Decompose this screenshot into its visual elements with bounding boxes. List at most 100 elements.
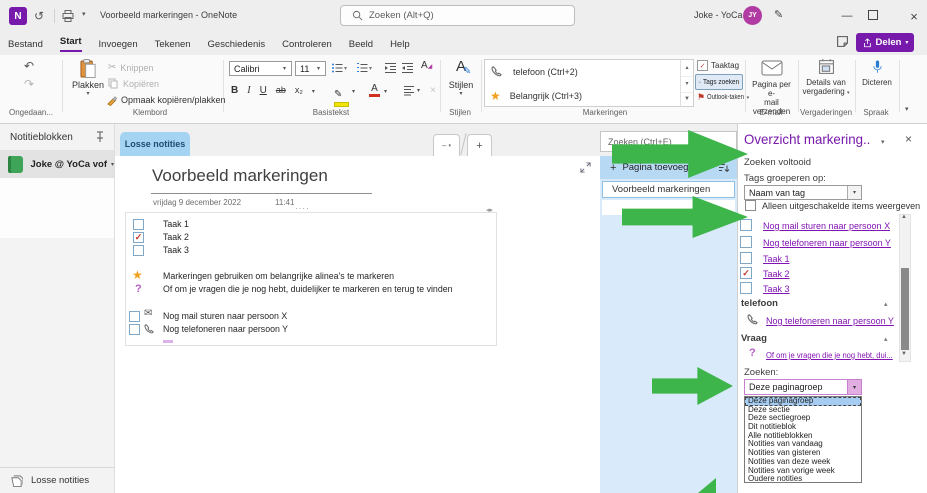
todo-phone-text[interactable]: Nog telefoneren naar persoon Y: [163, 324, 288, 334]
sidebar-item-loose-notes[interactable]: Losse notities: [0, 468, 114, 493]
strikethrough-button[interactable]: ab: [276, 85, 286, 95]
format-painter-button[interactable]: Opmaak kopiëren/plakken: [106, 94, 226, 106]
task-checkbox-2[interactable]: ✓: [133, 232, 144, 243]
show-unchecked-checkbox[interactable]: [745, 200, 756, 211]
pane-close-icon[interactable]: ×: [905, 132, 912, 146]
redo-button[interactable]: ↷: [24, 77, 34, 91]
numbered-list-button[interactable]: ▾: [356, 62, 372, 74]
task-checkbox-3[interactable]: [133, 245, 144, 256]
note-star-text[interactable]: Markeringen gebruiken om belangrijke ali…: [163, 271, 394, 281]
menu-beeld[interactable]: Beeld: [349, 39, 373, 50]
task-label-1[interactable]: Taak 1: [163, 219, 189, 229]
dictate-button[interactable]: Dicteren: [858, 58, 896, 108]
pin-icon[interactable]: [95, 131, 105, 143]
tag-important-item[interactable]: ★ Belangrijk (Ctrl+3): [485, 84, 693, 108]
tag-checkbox-0[interactable]: [740, 219, 752, 231]
collapse-ribbon-chevron-icon[interactable]: ▾: [905, 105, 909, 113]
menu-tekenen[interactable]: Tekenen: [155, 39, 191, 50]
task-label-2[interactable]: Taak 2: [163, 232, 189, 242]
menu-help[interactable]: Help: [390, 39, 410, 50]
scroll-up-icon[interactable]: ▲: [901, 214, 907, 220]
email-page-button[interactable]: Pagina per e- mail verzenden: [749, 58, 794, 116]
bullet-list-button[interactable]: ▾: [331, 62, 347, 74]
expand-page-list-icon[interactable]: [580, 162, 591, 173]
note-drag-handle[interactable]: ····: [295, 204, 310, 213]
meeting-details-button[interactable]: Details van vergadering ▾: [801, 58, 851, 108]
find-tags-button[interactable]: Tags zoeken: [695, 74, 743, 90]
font-name-select[interactable]: Calibri ▾: [229, 61, 292, 76]
subscript-button[interactable]: x₂: [295, 85, 303, 95]
pen-mode-icon[interactable]: ✎: [774, 8, 783, 21]
tag-link-4[interactable]: Taak 3: [763, 284, 790, 294]
history-icon[interactable]: ↺: [34, 9, 44, 23]
undo-button[interactable]: ↶: [24, 59, 34, 73]
quick-access-chevron-icon[interactable]: ▾: [82, 10, 86, 18]
task-tag-button[interactable]: ✓ Taaktag: [697, 60, 739, 71]
highlight-button[interactable]: ✎: [334, 84, 349, 107]
tag-scroll-down-icon[interactable]: ▾: [681, 77, 693, 93]
note-window-icon[interactable]: [836, 35, 849, 48]
note-question-text[interactable]: Of om je vragen die je nog hebt, duideli…: [163, 284, 453, 294]
tag-group-telefoon-item[interactable]: Nog telefoneren naar persoon Y: [766, 316, 894, 326]
menu-geschiedenis[interactable]: Geschiedenis: [208, 39, 266, 50]
scroll-down-icon[interactable]: ▼: [901, 351, 907, 357]
styles-button[interactable]: A ✎ Stijlen ▾: [443, 58, 479, 108]
task-label-3[interactable]: Taak 3: [163, 245, 189, 255]
decrease-indent-button[interactable]: [384, 62, 397, 74]
todo-mail-text[interactable]: Nog mail sturen naar persoon X: [163, 311, 287, 321]
tag-scroll-up-icon[interactable]: ▴: [681, 60, 693, 77]
print-icon[interactable]: [61, 9, 75, 23]
maximize-button[interactable]: [868, 10, 878, 20]
section-tab-losse-notities[interactable]: Losse notities: [120, 132, 190, 156]
share-button[interactable]: Delen ▾: [856, 33, 914, 52]
page-title[interactable]: Voorbeeld markeringen: [152, 166, 328, 186]
copy-button[interactable]: Kopiëren: [108, 78, 159, 89]
outlook-tasks-button[interactable]: ⚑ Outlook-taken ▾: [697, 93, 749, 102]
bold-button[interactable]: B: [231, 85, 238, 96]
scrollbar-thumb[interactable]: [901, 268, 909, 350]
add-section-tab[interactable]: +: [467, 134, 492, 156]
tag-more-icon[interactable]: ▼: [681, 93, 693, 108]
section-nav-tab[interactable]: – ▾: [433, 134, 460, 156]
tag-checkbox-4[interactable]: [740, 282, 752, 294]
increase-indent-button[interactable]: [401, 62, 414, 74]
cut-button[interactable]: ✂ Knippen: [108, 62, 153, 73]
menu-bestand[interactable]: Bestand: [8, 39, 43, 50]
scope-select[interactable]: Deze paginagroep ▾: [744, 379, 862, 395]
font-color-button[interactable]: A: [369, 84, 380, 97]
note-resize-handle[interactable]: ◂▸: [486, 206, 493, 214]
menu-controleren[interactable]: Controleren: [282, 39, 332, 50]
tag-phone-item[interactable]: telefoon (Ctrl+2): [485, 60, 693, 84]
scope-option-9[interactable]: Oudere notities: [745, 474, 861, 484]
minimize-button[interactable]: —: [836, 4, 858, 28]
tag-group-vraag-item[interactable]: Of om je vragen die je nog hebt, dui...: [766, 351, 893, 360]
close-button[interactable]: ×: [903, 4, 925, 28]
collapse-group-telefoon-icon[interactable]: ▴: [884, 300, 888, 308]
collapse-group-vraag-icon[interactable]: ▴: [884, 335, 888, 343]
task-checkbox-1[interactable]: [133, 219, 144, 230]
paste-button[interactable]: Plakken ▾: [70, 58, 106, 106]
italic-button[interactable]: I: [247, 85, 250, 96]
paragraph-align-button[interactable]: ▾: [403, 85, 420, 96]
tag-checkbox-1[interactable]: [740, 236, 752, 248]
font-size-select[interactable]: 11 ▾: [295, 61, 326, 76]
menu-start[interactable]: Start: [59, 36, 82, 52]
global-search-input[interactable]: Zoeken (Alt+Q): [340, 5, 575, 26]
sidebar-item-notebook[interactable]: Joke @ YoCa vof ▾: [0, 150, 114, 178]
font-color-chevron-icon[interactable]: ▾: [384, 88, 387, 95]
underline-button[interactable]: U: [260, 85, 267, 96]
menu-invoegen[interactable]: Invoegen: [99, 39, 138, 50]
tag-checkbox-3[interactable]: ✓: [740, 267, 752, 279]
highlight-chevron-icon[interactable]: ▾: [352, 88, 355, 95]
tag-link-0[interactable]: Nog mail sturen naar persoon X: [763, 221, 890, 231]
page-list-item-selected[interactable]: Voorbeeld markeringen: [602, 181, 735, 198]
tag-link-1[interactable]: Nog telefoneren naar persoon Y: [763, 238, 891, 248]
todo-mail-checkbox[interactable]: [129, 311, 140, 322]
tag-link-2[interactable]: Taak 1: [763, 254, 790, 264]
todo-phone-checkbox[interactable]: [129, 324, 140, 335]
pane-title-chevron-icon[interactable]: ▾: [881, 138, 885, 146]
tag-link-3[interactable]: Taak 2: [763, 269, 790, 279]
tag-checkbox-2[interactable]: [740, 252, 752, 264]
clear-formatting-button[interactable]: A◢: [421, 60, 432, 71]
delete-button[interactable]: ×: [430, 85, 436, 96]
